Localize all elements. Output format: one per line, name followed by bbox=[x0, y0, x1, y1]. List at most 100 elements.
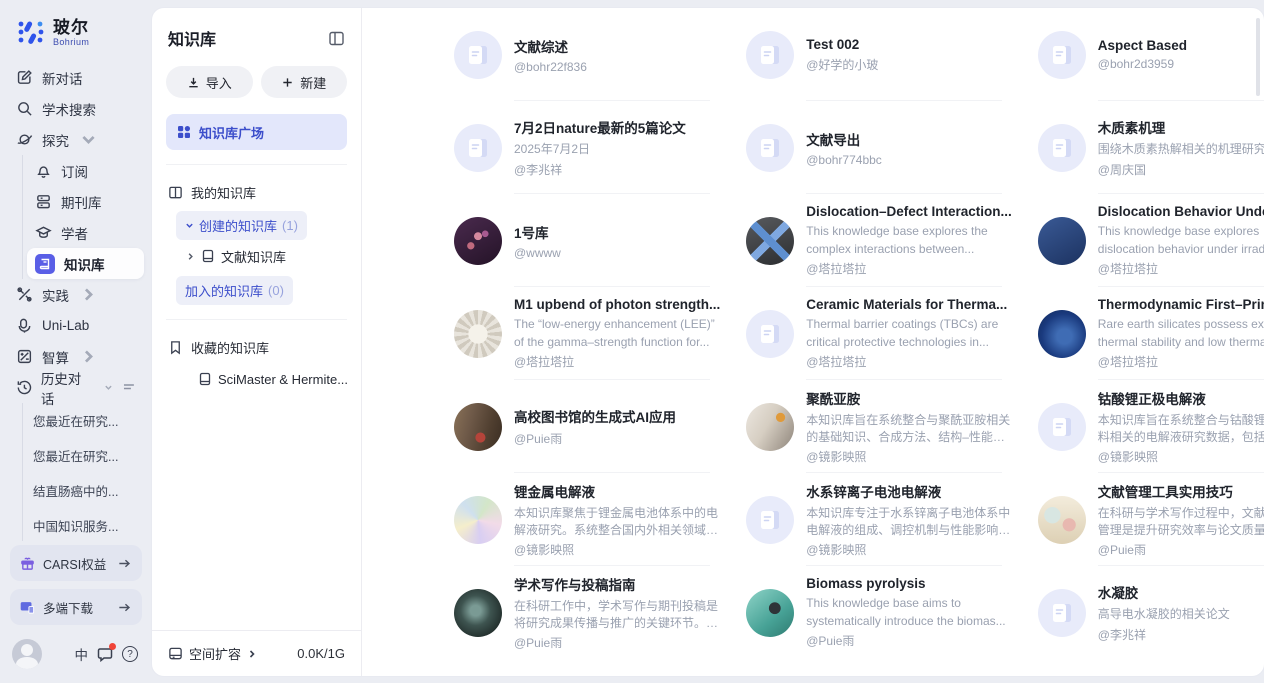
sidebar-item-unilab[interactable]: Uni-Lab bbox=[8, 310, 144, 341]
sidebar-item-history[interactable]: 历史对话 bbox=[8, 372, 144, 403]
sidebar-item-knowledge-base[interactable]: 知识库 bbox=[27, 248, 144, 279]
open-book-icon bbox=[168, 185, 183, 200]
favorites-kb-child[interactable]: SciMaster & Hermite... bbox=[152, 362, 361, 396]
storage-label: 空间扩容 bbox=[189, 644, 241, 663]
feedback-chat-button[interactable] bbox=[97, 646, 113, 662]
sidebar-item-label: 新对话 bbox=[42, 68, 83, 88]
chevron-right-icon bbox=[247, 649, 257, 659]
sidebar-item-label: 历史对话 bbox=[41, 368, 94, 408]
kb-plaza-item[interactable]: 知识库广场 bbox=[166, 114, 347, 150]
kb-card-avatar bbox=[454, 124, 502, 172]
kb-card-author: @镜影映照 bbox=[806, 541, 1012, 558]
history-item[interactable]: 您最近在研究... bbox=[33, 403, 152, 438]
kb-card-author: @bohr2d3959 bbox=[1098, 57, 1264, 71]
favorites-kb-item[interactable]: 收藏的知识库 bbox=[152, 332, 361, 362]
sidebar-item-journals[interactable]: 期刊库 bbox=[27, 186, 144, 217]
kb-card-avatar bbox=[454, 217, 502, 265]
kb-card-author: @塔拉塔拉 bbox=[514, 353, 720, 370]
kb-card-avatar bbox=[1038, 217, 1086, 265]
kb-card[interactable]: 水系锌离子电池电解液 本知识库专注于水系锌离子电池体系中电解液的组成、调控机制与… bbox=[746, 473, 1012, 566]
language-toggle[interactable]: 中 bbox=[75, 644, 89, 664]
kb-card-author: @wwww bbox=[514, 246, 720, 260]
kb-card[interactable]: 文献管理工具实用技巧 在科研与学术写作过程中，文献的高效管理是提升研究效率与论文… bbox=[1038, 473, 1264, 566]
journal-stack-icon bbox=[35, 193, 52, 210]
kb-card-title: 文献管理工具实用技巧 bbox=[1098, 481, 1264, 501]
gift-icon bbox=[20, 556, 35, 571]
document-icon bbox=[757, 321, 783, 347]
history-item[interactable]: 结直肠癌中的... bbox=[33, 473, 152, 508]
kb-card[interactable]: Test 002 @好学的小玻 bbox=[746, 8, 1012, 101]
kb-card-title: 7月2日nature最新的5篇论文 bbox=[514, 117, 720, 137]
kb-card[interactable]: 水凝胶 高导电水凝胶的相关论文 @李兆祥 bbox=[1038, 566, 1264, 659]
kb-plaza-main: 文献综述 @bohr22f836 Test 002 @好学的小玻 bbox=[362, 8, 1264, 676]
kb-card[interactable]: Aspect Based @bohr2d3959 bbox=[1038, 8, 1264, 101]
kb-card[interactable]: 文献综述 @bohr22f836 bbox=[454, 8, 720, 101]
document-icon bbox=[1049, 135, 1075, 161]
kb-card-title: 木质素机理 bbox=[1098, 117, 1264, 137]
brand-logo[interactable]: 玻尔 Bohrium bbox=[0, 12, 152, 62]
created-kb-child[interactable]: 文献知识库 bbox=[152, 240, 361, 272]
storage-expand-button[interactable]: 空间扩容 0.0K/1G bbox=[152, 630, 361, 676]
kb-card-title: 1号库 bbox=[514, 222, 720, 242]
collapse-panel-icon[interactable] bbox=[328, 30, 345, 47]
kb-card-title: Ceramic Materials for Therma... bbox=[806, 297, 1012, 312]
sidebar-item-subscribe[interactable]: 订阅 bbox=[27, 155, 144, 186]
sidebar-item-academic-search[interactable]: 学术搜索 bbox=[8, 93, 144, 124]
import-button[interactable]: 导入 bbox=[166, 66, 253, 98]
notification-dot bbox=[109, 643, 116, 650]
sidebar-item-explore[interactable]: 探究 bbox=[8, 124, 144, 155]
sidebar-item-new-chat[interactable]: 新对话 bbox=[8, 62, 144, 93]
kb-card-author: @塔拉塔拉 bbox=[1098, 353, 1264, 370]
sidebar-item-practice[interactable]: 实践 bbox=[8, 279, 144, 310]
notebook-icon bbox=[201, 249, 215, 263]
kb-card-author: @Puie雨 bbox=[1098, 541, 1264, 558]
history-clock-icon bbox=[16, 379, 33, 396]
kb-card[interactable]: 1号库 @wwww bbox=[454, 194, 720, 287]
history-item[interactable]: 您最近在研究... bbox=[33, 438, 152, 473]
sidebar-item-label: 知识库 bbox=[64, 254, 105, 274]
kb-card-title: 锂金属电解液 bbox=[514, 481, 720, 501]
kb-card-author: @好学的小玻 bbox=[806, 56, 1012, 73]
kb-card[interactable]: Biomass pyrolysis This knowledge base ai… bbox=[746, 566, 1012, 659]
kb-card-author: @镜影映照 bbox=[1098, 448, 1264, 465]
created-kb-count: (1) bbox=[282, 218, 298, 233]
sidebar-item-label: 期刊库 bbox=[61, 192, 102, 212]
kb-card[interactable]: 学术写作与投稿指南 在科研工作中，学术写作与期刊投稿是将研究成果传播与推广的关键… bbox=[454, 566, 720, 659]
help-button[interactable]: ? bbox=[122, 646, 138, 662]
kb-card[interactable]: Ceramic Materials for Therma... Thermal … bbox=[746, 287, 1012, 380]
kb-card[interactable]: 钴酸锂正极电解液 本知识库旨在系统整合与钴酸锂正极材料相关的电解液研究数据，包括… bbox=[1038, 380, 1264, 473]
sidebar-item-scholars[interactable]: 学者 bbox=[27, 217, 144, 248]
bookmark-icon bbox=[168, 340, 183, 355]
content-shell: 知识库 导入 新建 知识库广场 我的知识库 bbox=[152, 8, 1264, 676]
kb-card[interactable]: Thermodynamic First–Principl... Rare ear… bbox=[1038, 287, 1264, 380]
kb-card[interactable]: Dislocation Behavior Under Irr... This k… bbox=[1038, 194, 1264, 287]
carsi-benefits-button[interactable]: CARSI权益 bbox=[10, 545, 142, 581]
my-kb-label: 我的知识库 bbox=[191, 183, 256, 202]
created-kb-group[interactable]: 创建的知识库 (1) bbox=[176, 211, 307, 240]
user-avatar[interactable] bbox=[12, 639, 42, 669]
kb-card-desc: 本知识库聚焦于锂金属电池体系中的电解液研究。系统整合国内外相关领域的最... bbox=[514, 505, 720, 540]
multi-device-download-button[interactable]: 多端下载 bbox=[10, 589, 142, 625]
kb-card[interactable]: 聚酰亚胺 本知识库旨在系统整合与聚酰亚胺相关的基础知识、合成方法、结构–性能关系… bbox=[746, 380, 1012, 473]
kb-card[interactable]: 木质素机理 围绕木质素热解相关的机理研究知识库 @周庆国 bbox=[1038, 101, 1264, 194]
kb-plaza-label: 知识库广场 bbox=[199, 123, 264, 142]
search-icon bbox=[16, 100, 33, 117]
kb-card[interactable]: 高校图书馆的生成式AI应用 @Puie雨 bbox=[454, 380, 720, 473]
scrollbar-thumb[interactable] bbox=[1256, 18, 1260, 96]
kb-card[interactable]: Dislocation–Defect Interaction... This k… bbox=[746, 194, 1012, 287]
kb-card[interactable]: 锂金属电解液 本知识库聚焦于锂金属电池体系中的电解液研究。系统整合国内外相关领域… bbox=[454, 473, 720, 566]
divider bbox=[166, 319, 347, 320]
new-button[interactable]: 新建 bbox=[261, 66, 348, 98]
kb-card-avatar bbox=[746, 217, 794, 265]
kb-card[interactable]: 文献导出 @bohr774bbc bbox=[746, 101, 1012, 194]
kb-card[interactable]: M1 upbend of photon strength... The “low… bbox=[454, 287, 720, 380]
knowledge-base-panel: 知识库 导入 新建 知识库广场 我的知识库 bbox=[152, 8, 362, 676]
my-kb-item[interactable]: 我的知识库 bbox=[152, 177, 361, 207]
joined-kb-group[interactable]: 加入的知识库 (0) bbox=[176, 276, 293, 305]
history-list-icon[interactable] bbox=[122, 381, 136, 395]
history-item[interactable]: 中国知识服务... bbox=[33, 508, 152, 541]
kb-card[interactable]: 7月2日nature最新的5篇论文 2025年7月2日 @李兆祥 bbox=[454, 101, 720, 194]
caret-down-icon bbox=[185, 221, 194, 230]
kb-card-title: 学术写作与投稿指南 bbox=[514, 574, 720, 594]
kb-card-avatar bbox=[746, 589, 794, 637]
